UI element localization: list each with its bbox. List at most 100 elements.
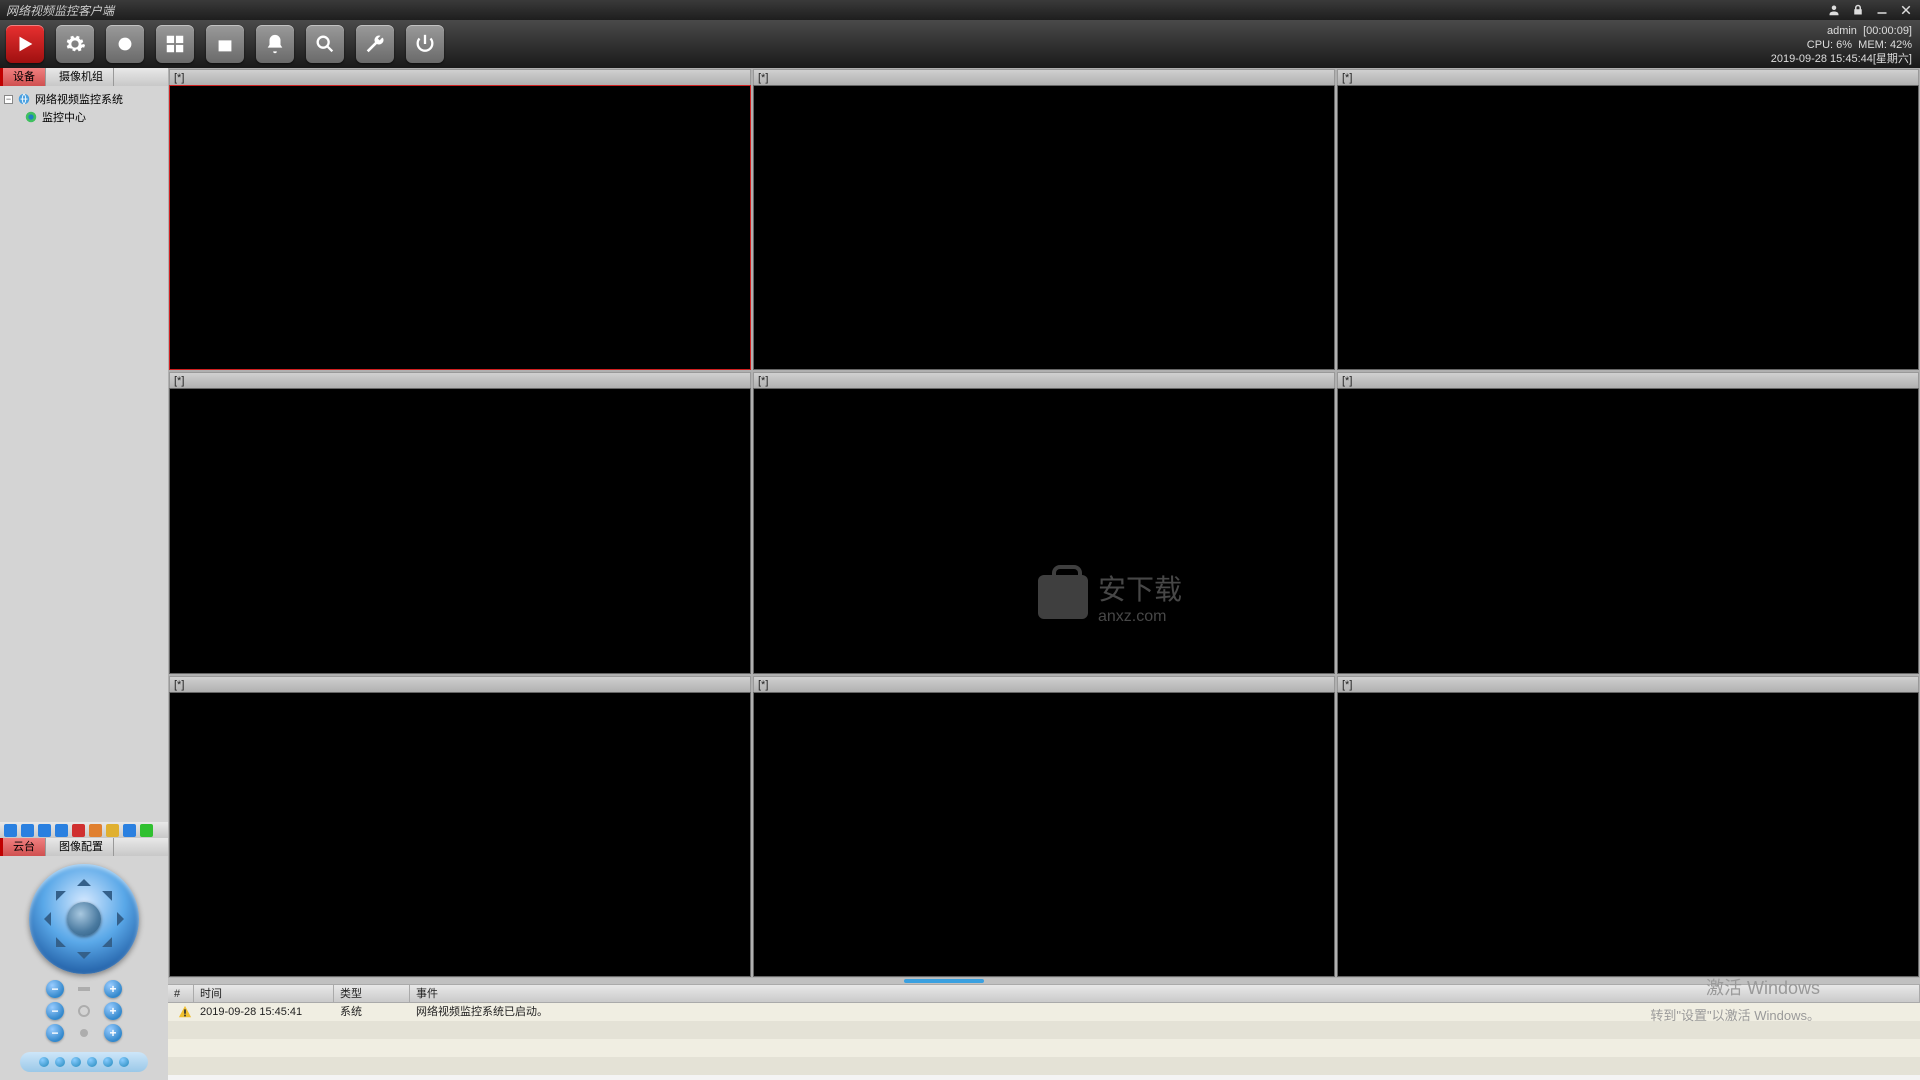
mt-4[interactable] [55, 824, 68, 837]
search-button[interactable] [306, 25, 344, 63]
center-icon [24, 110, 38, 124]
tab-ptz[interactable]: 云台 [0, 838, 46, 856]
iris-close[interactable]: − [46, 1024, 64, 1042]
event-log: # 时间 类型 事件 2019-09-28 15:45:41 系统 网络视频监控… [168, 984, 1920, 1080]
tree-child[interactable]: 监控中心 [2, 108, 166, 126]
ptz-left[interactable] [37, 912, 51, 926]
preset-1[interactable] [39, 1057, 49, 1067]
user-icon[interactable] [1826, 3, 1842, 17]
tab-camera-groups[interactable]: 摄像机组 [46, 68, 114, 86]
mt-6[interactable] [89, 824, 102, 837]
main-area: [*] [*] [*] [*] [*] [*] [*] [*] [*] # 时间… [168, 68, 1920, 1080]
video-cell-4[interactable]: [*] [169, 372, 751, 673]
col-index[interactable]: # [168, 985, 194, 1002]
ptz-center[interactable] [67, 902, 101, 936]
video-header: [*] [169, 372, 751, 388]
warning-icon [178, 1005, 192, 1019]
alarm-button[interactable] [256, 25, 294, 63]
mt-9[interactable] [140, 824, 153, 837]
layout-button[interactable] [156, 25, 194, 63]
titlebar: 网络视频监控客户端 [0, 0, 1920, 20]
lock-icon[interactable] [1850, 3, 1866, 17]
ptz-up[interactable] [77, 872, 91, 886]
preset-4[interactable] [87, 1057, 97, 1067]
expand-icon[interactable]: − [4, 95, 13, 104]
video-cell-8[interactable]: [*] [753, 676, 1335, 977]
play-button[interactable] [6, 25, 44, 63]
video-cell-6[interactable]: [*] [1337, 372, 1919, 673]
mt-3[interactable] [38, 824, 51, 837]
ptz-upleft[interactable] [46, 881, 66, 901]
power-button[interactable] [406, 25, 444, 63]
mt-5[interactable] [72, 824, 85, 837]
close-button[interactable] [1898, 3, 1914, 17]
zoom-in[interactable]: + [104, 980, 122, 998]
record-button[interactable] [106, 25, 144, 63]
ptz-wheel [29, 864, 139, 974]
status-datetime: 2019-09-28 15:45:44[星期六] [1771, 52, 1912, 66]
video-header: [*] [169, 676, 751, 692]
event-row-blank [168, 1057, 1920, 1075]
tab-image-config[interactable]: 图像配置 [46, 838, 114, 856]
preset-bar [20, 1052, 148, 1072]
ptz-down[interactable] [77, 952, 91, 966]
ptz-panel: − + − + − + [0, 856, 168, 1080]
iris-open[interactable]: + [104, 1024, 122, 1042]
mt-8[interactable] [123, 824, 136, 837]
tab-devices[interactable]: 设备 [0, 68, 46, 86]
video-grid: [*] [*] [*] [*] [*] [*] [*] [*] [*] [168, 68, 1920, 978]
video-header: [*] [1337, 69, 1919, 85]
video-cell-5[interactable]: [*] [753, 372, 1335, 673]
video-cell-7[interactable]: [*] [169, 676, 751, 977]
horizontal-scrollbar[interactable] [168, 978, 1920, 984]
video-cell-2[interactable]: [*] [753, 69, 1335, 370]
video-header: [*] [169, 69, 751, 85]
zoom-out[interactable]: − [46, 980, 64, 998]
col-event[interactable]: 事件 [410, 985, 1920, 1002]
zoom-icon [76, 981, 92, 997]
tree-root[interactable]: − 网络视频监控系统 [2, 90, 166, 108]
mini-toolbar [0, 822, 168, 838]
focus-in[interactable]: + [104, 1002, 122, 1020]
ptz-downright[interactable] [102, 937, 122, 957]
video-header: [*] [1337, 676, 1919, 692]
video-header: [*] [753, 69, 1335, 85]
video-cell-3[interactable]: [*] [1337, 69, 1919, 370]
status-mem: 42% [1890, 39, 1912, 51]
col-time[interactable]: 时间 [194, 985, 334, 1002]
sidebar: 设备 摄像机组 − 网络视频监控系统 监控中心 [0, 68, 168, 1080]
ptz-right[interactable] [117, 912, 131, 926]
focus-out[interactable]: − [46, 1002, 64, 1020]
video-cell-9[interactable]: [*] [1337, 676, 1919, 977]
tools-button[interactable] [356, 25, 394, 63]
iris-icon [76, 1025, 92, 1041]
preset-6[interactable] [119, 1057, 129, 1067]
mt-2[interactable] [21, 824, 34, 837]
main-toolbar: admin [00:00:09] CPU: 6% MEM: 42% 2019-0… [0, 20, 1920, 68]
mt-7[interactable] [106, 824, 119, 837]
video-header: [*] [753, 676, 1335, 692]
device-tabs: 设备 摄像机组 [0, 68, 168, 86]
focus-icon [76, 1003, 92, 1019]
ptz-downleft[interactable] [46, 937, 66, 957]
ptz-upright[interactable] [102, 881, 122, 901]
device-tree: − 网络视频监控系统 监控中心 [0, 86, 168, 822]
event-row-blank [168, 1021, 1920, 1039]
system-icon [17, 92, 31, 106]
preset-3[interactable] [71, 1057, 81, 1067]
preset-2[interactable] [55, 1057, 65, 1067]
status-uptime: [00:00:09] [1863, 25, 1912, 37]
preset-5[interactable] [103, 1057, 113, 1067]
status-cpu: 6% [1836, 39, 1852, 51]
settings-button[interactable] [56, 25, 94, 63]
col-type[interactable]: 类型 [334, 985, 410, 1002]
tree-child-label: 监控中心 [42, 109, 86, 125]
storage-button[interactable] [206, 25, 244, 63]
status-block: admin [00:00:09] CPU: 6% MEM: 42% 2019-0… [1771, 24, 1912, 66]
video-cell-1[interactable]: [*] [169, 69, 751, 370]
minimize-button[interactable] [1874, 3, 1890, 17]
app-title: 网络视频监控客户端 [6, 2, 114, 19]
status-user: admin [1827, 25, 1857, 37]
event-row[interactable]: 2019-09-28 15:45:41 系统 网络视频监控系统已启动。 [168, 1003, 1920, 1021]
mt-1[interactable] [4, 824, 17, 837]
